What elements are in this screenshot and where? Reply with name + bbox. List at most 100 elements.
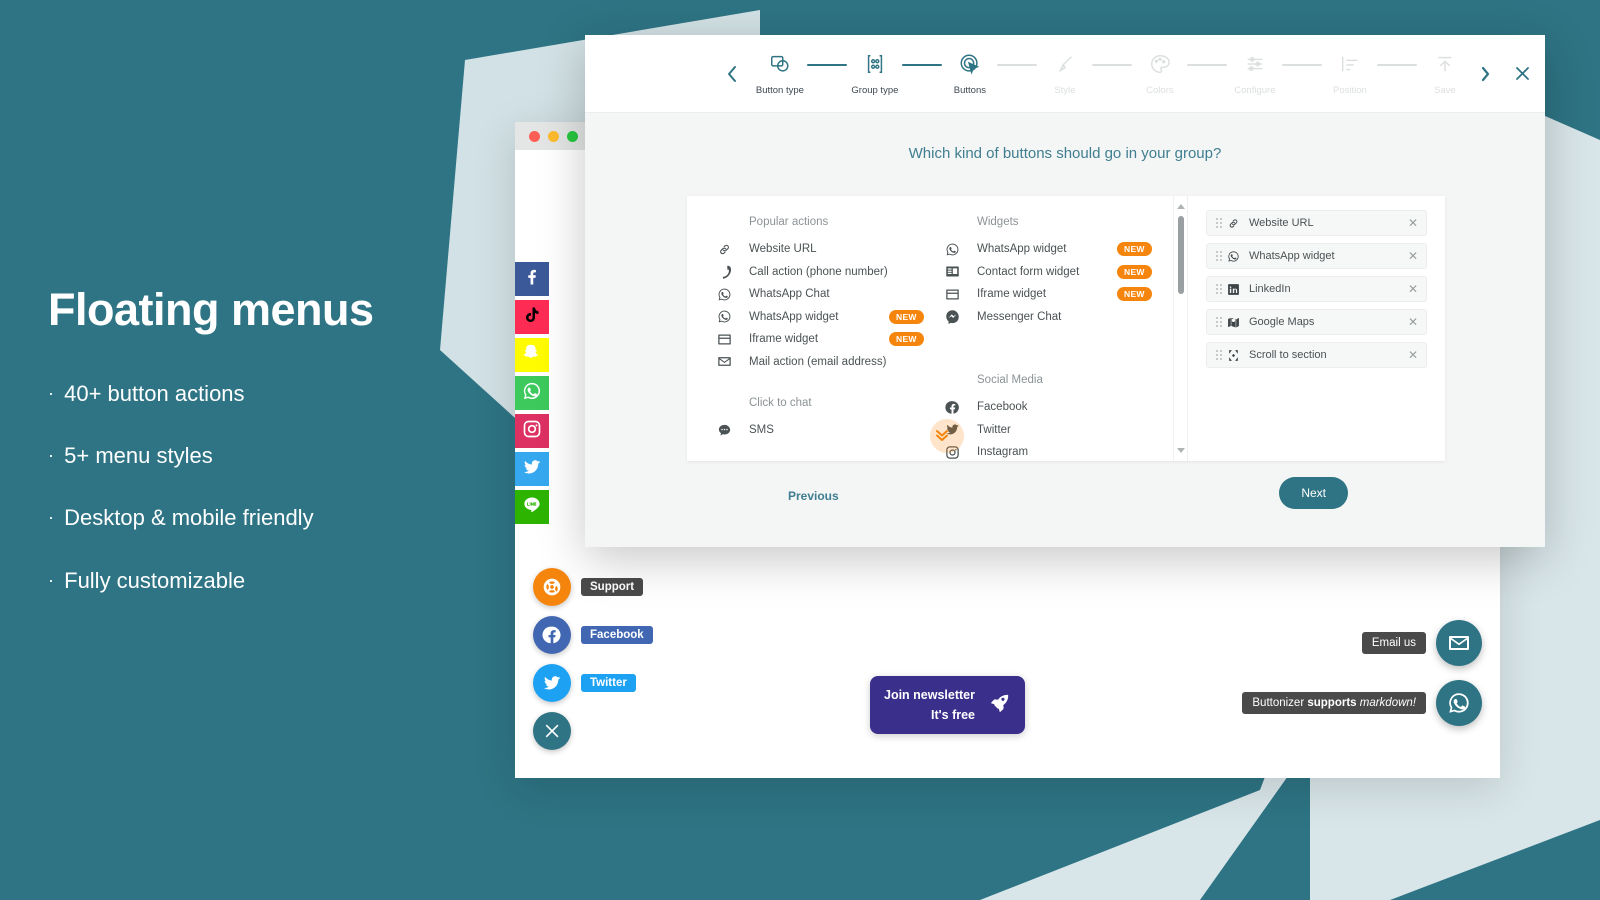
envelope-icon[interactable] xyxy=(1436,620,1482,666)
twitter-icon[interactable] xyxy=(533,664,571,702)
step-configure[interactable]: Configure xyxy=(1227,51,1282,96)
fab-row-twitter[interactable]: Twitter xyxy=(533,664,653,702)
remove-icon[interactable]: ✕ xyxy=(1408,249,1418,263)
wizard-footer: Previous Next xyxy=(585,461,1545,547)
selected-item-website-url[interactable]: Website URL ✕ xyxy=(1206,210,1427,236)
catalog-item-call-action[interactable]: Call action (phone number) xyxy=(717,261,945,284)
selected-item-label: Google Maps xyxy=(1249,316,1315,328)
catalog-item-label: Messenger Chat xyxy=(977,310,1062,323)
social-rail-whatsapp[interactable] xyxy=(515,376,549,410)
step-save[interactable]: Save xyxy=(1417,51,1472,96)
marketing-copy: Floating menus · 40+ button actions · 5+… xyxy=(48,285,468,630)
step-connector-6 xyxy=(1282,64,1323,66)
catalog-item-whatsapp-widget[interactable]: WhatsApp widget NEW xyxy=(717,306,945,329)
previous-button[interactable]: Previous xyxy=(788,489,839,503)
step-button-type[interactable]: Button type xyxy=(752,51,807,96)
social-rail-line[interactable] xyxy=(515,490,549,524)
social-rail-snapchat[interactable] xyxy=(515,338,549,372)
chevron-left-icon[interactable] xyxy=(719,64,744,84)
catalog-item-website-url[interactable]: Website URL xyxy=(717,238,945,261)
fab-row-facebook[interactable]: Facebook xyxy=(533,616,653,654)
catalog-heading-click-to-chat: Click to chat xyxy=(749,397,812,409)
chevron-right-icon[interactable] xyxy=(1472,64,1497,84)
catalog-scrollbar[interactable] xyxy=(1173,196,1187,461)
linkedin-icon xyxy=(1227,283,1249,296)
catalog-group-spacer xyxy=(945,328,1173,352)
catalog-item-label: Iframe widget xyxy=(977,288,1047,301)
catalog-item-facebook[interactable]: Facebook xyxy=(945,396,1173,419)
catalog-item-instagram[interactable]: Instagram xyxy=(945,441,1173,461)
whatsapp-icon[interactable] xyxy=(1436,680,1482,726)
catalog-item-contact-form-widget[interactable]: Contact form widget NEW xyxy=(945,261,1173,284)
remove-icon[interactable]: ✕ xyxy=(1408,315,1418,329)
close-icon[interactable] xyxy=(533,712,571,750)
catalog-item-whatsapp-widget-2[interactable]: WhatsApp widget NEW xyxy=(945,238,1173,261)
step-label: Button type xyxy=(755,85,804,96)
remove-icon[interactable]: ✕ xyxy=(1408,282,1418,296)
catalog-item-iframe-widget[interactable]: Iframe widget NEW xyxy=(717,328,945,351)
catalog-heading-popular-actions: Popular actions xyxy=(749,216,829,228)
step-label: Buttons xyxy=(953,85,986,96)
catalog-heading-widgets: Widgets xyxy=(977,216,1019,228)
newsletter-line-2: It's free xyxy=(931,708,975,722)
catalog-item-sms[interactable]: SMS xyxy=(717,419,945,442)
lifebuoy-icon[interactable] xyxy=(533,568,571,606)
step-buttons[interactable]: Buttons xyxy=(942,51,997,96)
fab-label-twitter[interactable]: Twitter xyxy=(581,674,636,692)
window-close-dot[interactable] xyxy=(529,130,540,142)
catalog-item-iframe-widget-2[interactable]: Iframe widget NEW xyxy=(945,283,1173,306)
scroll-up-arrow-icon[interactable] xyxy=(1177,204,1185,209)
catalog-item-messenger-chat[interactable]: Messenger Chat xyxy=(945,306,1173,329)
setup-wizard-modal: Button type Group type Buttons Style Col… xyxy=(585,35,1545,547)
drag-handle-icon[interactable] xyxy=(1215,349,1227,362)
google-maps-icon xyxy=(1227,316,1249,329)
fab-row-support[interactable]: Support xyxy=(533,568,653,606)
scroll-down-arrow-icon[interactable] xyxy=(1177,448,1185,453)
drag-handle-icon[interactable] xyxy=(1215,316,1227,329)
newsletter-line-1: Join newsletter xyxy=(884,688,975,702)
selected-item-scroll-to-section[interactable]: Scroll to section ✕ xyxy=(1206,342,1427,368)
catalog-column-2: Widgets WhatsApp widget NEW Contact form… xyxy=(945,216,1173,461)
fab-row-close[interactable] xyxy=(533,712,653,750)
scrollbar-thumb[interactable] xyxy=(1178,216,1184,294)
drag-handle-icon[interactable] xyxy=(1215,217,1227,230)
drag-handle-icon[interactable] xyxy=(1215,250,1227,263)
drag-handle-icon[interactable] xyxy=(1215,283,1227,296)
catalog-item-whatsapp-chat[interactable]: WhatsApp Chat xyxy=(717,283,945,306)
next-button[interactable]: Next xyxy=(1279,477,1348,509)
social-rail-instagram[interactable] xyxy=(515,414,549,448)
remove-icon[interactable]: ✕ xyxy=(1408,348,1418,362)
selected-item-linkedin[interactable]: LinkedIn ✕ xyxy=(1206,276,1427,302)
newsletter-button[interactable]: Join newsletter It's free xyxy=(870,676,1025,734)
rfab-label-markdown[interactable]: Buttonizer supports markdown! xyxy=(1242,692,1426,714)
social-rail-tiktok[interactable] xyxy=(515,300,549,334)
group-type-icon xyxy=(864,51,886,77)
rfab-row-whatsapp[interactable]: Buttonizer supports markdown! xyxy=(1242,680,1482,726)
instagram-icon xyxy=(522,419,542,444)
close-icon[interactable] xyxy=(1508,66,1537,81)
md-pre: Buttonizer xyxy=(1252,697,1308,709)
fab-label-facebook[interactable]: Facebook xyxy=(581,626,653,644)
social-rail-facebook[interactable] xyxy=(515,262,549,296)
catalog-item-mail-action[interactable]: Mail action (email address) xyxy=(717,351,945,374)
rfab-row-email[interactable]: Email us xyxy=(1242,620,1482,666)
window-maximize-dot[interactable] xyxy=(567,130,578,142)
feature-item-1: · 40+ button actions xyxy=(48,381,468,407)
bullet-dot: · xyxy=(48,507,54,528)
selected-item-whatsapp-widget[interactable]: WhatsApp widget ✕ xyxy=(1206,243,1427,269)
catalog-item-twitter[interactable]: Twitter xyxy=(945,419,1173,442)
new-badge: NEW xyxy=(1117,287,1152,302)
facebook-icon[interactable] xyxy=(533,616,571,654)
selected-item-google-maps[interactable]: Google Maps ✕ xyxy=(1206,309,1427,335)
fab-label-support[interactable]: Support xyxy=(581,578,644,596)
whatsapp-icon xyxy=(945,242,977,257)
step-style[interactable]: Style xyxy=(1037,51,1092,96)
rfab-label-email[interactable]: Email us xyxy=(1361,632,1426,654)
selected-buttons-list: Website URL ✕ WhatsApp widget ✕ LinkedIn… xyxy=(1187,196,1445,461)
window-minimize-dot[interactable] xyxy=(548,130,559,142)
social-rail-twitter[interactable] xyxy=(515,452,549,486)
remove-icon[interactable]: ✕ xyxy=(1408,216,1418,230)
step-position[interactable]: Position xyxy=(1322,51,1377,96)
step-group-type[interactable]: Group type xyxy=(847,51,902,96)
step-colors[interactable]: Colors xyxy=(1132,51,1187,96)
